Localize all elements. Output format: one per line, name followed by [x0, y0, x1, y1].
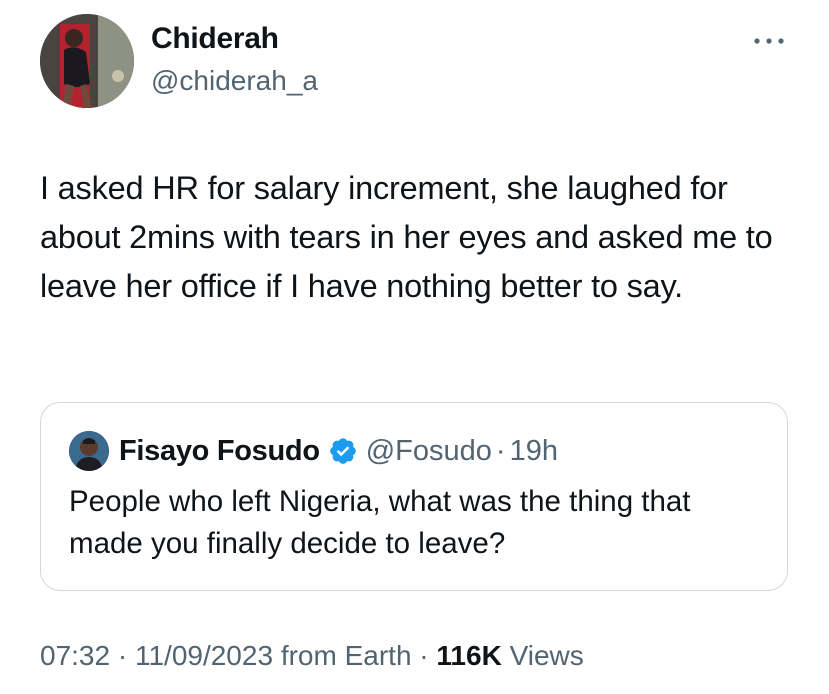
- quoted-avatar-photo: [69, 431, 109, 471]
- quoted-author-handle[interactable]: @Fosudo: [366, 433, 492, 469]
- tweet-date[interactable]: 11/09/2023: [135, 640, 273, 671]
- quoted-tweet[interactable]: Fisayo Fosudo @Fosudo · 19h People who l…: [40, 402, 788, 591]
- author-handle[interactable]: @chiderah_a: [151, 65, 318, 97]
- avatar-photo: [40, 14, 134, 108]
- quoted-author-avatar[interactable]: [69, 431, 109, 471]
- tweet-metadata: 07:32 · 11/09/2023 from Earth · 116K Vie…: [40, 640, 584, 672]
- more-options-icon[interactable]: [751, 33, 787, 49]
- tweet-text: I asked HR for salary increment, she lau…: [40, 170, 773, 304]
- separator-dot: ·: [117, 640, 128, 671]
- author-name[interactable]: Chiderah: [151, 22, 279, 56]
- author-avatar[interactable]: [40, 14, 134, 108]
- views-count[interactable]: 116K: [436, 640, 501, 671]
- verified-badge-icon: [329, 438, 356, 464]
- tweet-time[interactable]: 07:32: [40, 640, 110, 671]
- quoted-tweet-text: People who left Nigeria, what was the th…: [69, 485, 691, 560]
- tweet-card: Chiderah @chiderah_a I asked HR for sala…: [0, 0, 829, 694]
- tweet-location: from Earth: [280, 640, 412, 671]
- separator-dot: ·: [419, 640, 429, 671]
- separator-dot: ·: [495, 435, 506, 467]
- views-label[interactable]: Views: [510, 640, 584, 671]
- quoted-timestamp[interactable]: 19h: [510, 433, 558, 469]
- quoted-author-name[interactable]: Fisayo Fosudo: [119, 433, 320, 469]
- quoted-header: Fisayo Fosudo @Fosudo · 19h: [119, 433, 558, 469]
